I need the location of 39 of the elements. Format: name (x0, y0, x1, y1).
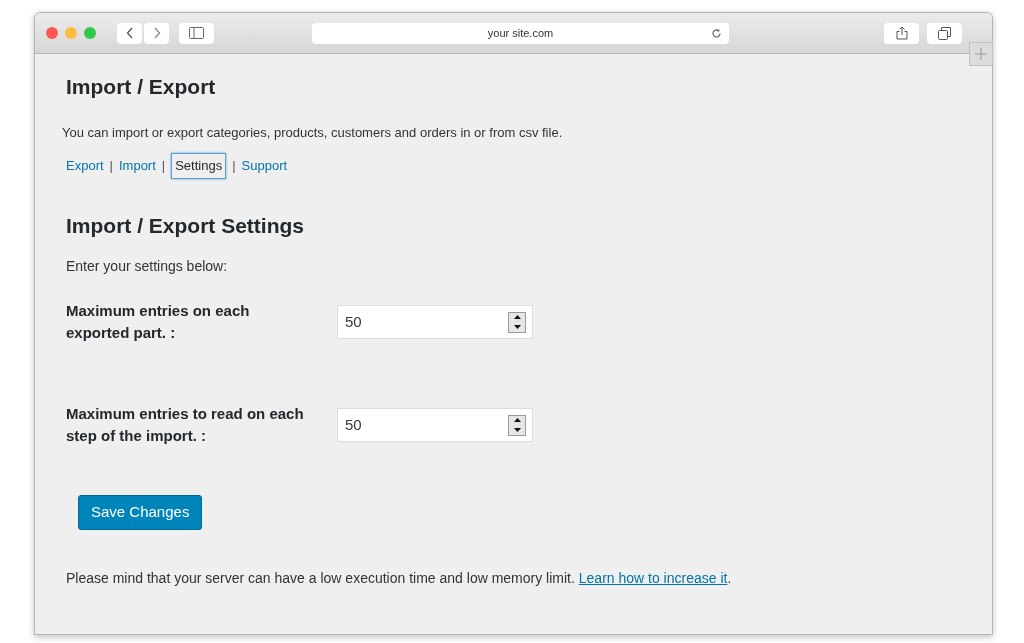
up-arrow-icon (513, 418, 521, 423)
intro-text: You can import or export categories, products, customers and orders in or from csv file. (62, 124, 564, 142)
chevron-right-icon (152, 27, 161, 39)
reload-icon[interactable] (711, 27, 722, 39)
sidebar-button[interactable] (179, 22, 214, 44)
page-title: Import / Export (66, 74, 217, 100)
field-label: Maximum entries to read on each step of the import. : (66, 404, 305, 446)
section-intro-text: Enter your settings below: (66, 257, 229, 276)
down-arrow-icon (513, 324, 521, 329)
forward-button[interactable] (144, 22, 169, 44)
notice-text: Please mind that your server can have a low execution time and low memory limit. Learn how to increase it. (66, 569, 733, 588)
address-text: your site.com (487, 25, 554, 41)
share-icon (895, 26, 908, 40)
number-field[interactable]: 50 (337, 408, 533, 442)
nav-separator: | (232, 157, 236, 175)
down-arrow-icon (513, 427, 521, 432)
chevron-left-icon (125, 27, 134, 39)
nav-tab[interactable]: Settings (171, 153, 227, 179)
field-value: 50 (345, 414, 363, 435)
section-title: Import / Export Settings (66, 213, 305, 239)
spinner-control[interactable] (508, 414, 526, 436)
plus-icon (975, 48, 987, 60)
up-arrow-icon (513, 315, 521, 320)
tabs-button[interactable] (927, 22, 962, 44)
address-bar[interactable]: your site.com (312, 22, 729, 44)
spinner-control[interactable] (508, 311, 526, 333)
share-button[interactable] (884, 22, 919, 44)
nav-tab[interactable]: Support (241, 157, 288, 175)
number-field[interactable]: 50 (337, 305, 533, 339)
nav-tab[interactable]: Export (66, 157, 104, 175)
nav-separator: | (109, 157, 113, 175)
sidebar-icon (189, 27, 204, 39)
nav-tab[interactable]: Import (118, 157, 156, 175)
nav-separator: | (161, 157, 166, 175)
save-button[interactable]: Save Changes (78, 495, 203, 530)
back-button[interactable] (117, 22, 142, 44)
tabs-icon (938, 26, 951, 40)
field-value: 50 (345, 311, 363, 332)
field-label: Maximum entries on each exported part. : (66, 301, 251, 343)
